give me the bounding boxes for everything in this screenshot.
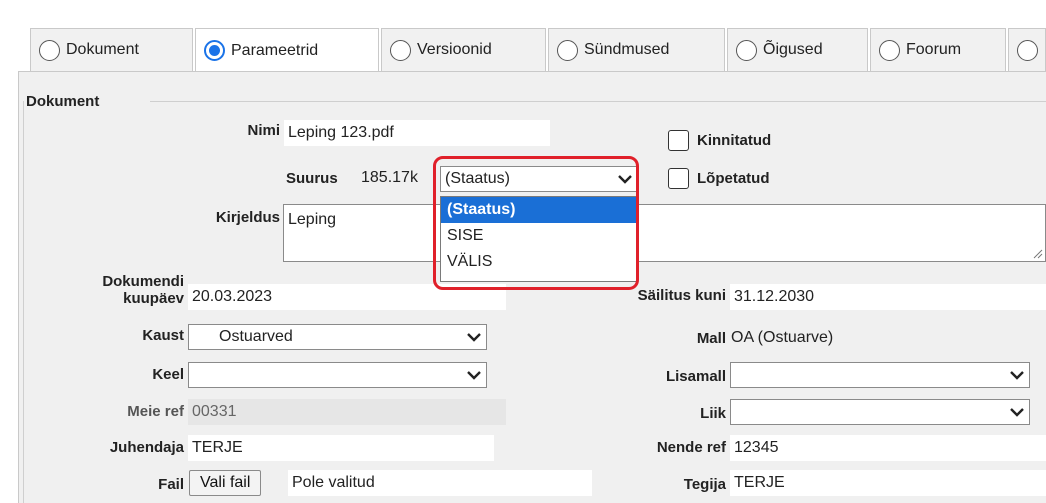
fieldset-border-left <box>23 101 24 503</box>
kuupaev-label-line2: kuupäev <box>123 290 184 307</box>
chevron-down-icon <box>1010 408 1024 417</box>
radio-icon <box>736 39 757 61</box>
lopetatud-label: Lõpetatud <box>697 170 770 187</box>
sailitus-input[interactable]: 31.12.2030 <box>730 284 1046 310</box>
nende-ref-input[interactable]: 12345 <box>730 435 1046 461</box>
meie-ref-input: 00331 <box>188 399 506 425</box>
tab-more[interactable] <box>1008 28 1046 71</box>
liik-select[interactable] <box>730 399 1030 425</box>
radio-icon <box>390 39 411 61</box>
kirjeldus-label: Kirjeldus <box>215 209 280 226</box>
tab-sundmused[interactable]: Sündmused <box>548 28 725 71</box>
kinnitatud-checkbox[interactable] <box>668 130 689 151</box>
tab-dokument[interactable]: Dokument <box>30 28 193 71</box>
radio-icon <box>39 39 60 61</box>
nende-ref-label: Nende ref <box>656 439 726 456</box>
lisamall-select[interactable] <box>730 362 1030 388</box>
fail-label: Fail <box>158 476 184 493</box>
suurus-label: Suurus <box>286 170 338 187</box>
lisamall-label: Lisamall <box>665 368 726 385</box>
tab-oigused[interactable]: Õigused <box>727 28 868 71</box>
keel-select[interactable] <box>188 362 487 388</box>
tegija-input[interactable]: TERJE <box>730 470 1046 496</box>
fail-status: Pole valitud <box>288 470 592 496</box>
tab-label: Parameetrid <box>231 41 319 59</box>
radio-icon <box>879 39 900 61</box>
tab-strip: Dokument Parameetrid Versioonid Sündmuse… <box>30 28 1046 72</box>
kaust-select-value: Ostuarved <box>219 328 293 345</box>
lopetatud-checkbox[interactable] <box>668 168 689 189</box>
suurus-value: 185.17k <box>361 169 418 186</box>
kirjeldus-textarea[interactable]: Leping <box>283 204 1046 262</box>
tab-foorum[interactable]: Foorum <box>870 28 1006 71</box>
meie-ref-label: Meie ref <box>127 403 184 420</box>
liik-label: Liik <box>700 405 726 422</box>
cropped-top-text <box>0 0 700 22</box>
nimi-input[interactable]: Leping 123.pdf <box>284 120 550 146</box>
tab-versioonid[interactable]: Versioonid <box>381 28 546 71</box>
radio-icon <box>557 39 578 61</box>
nimi-label: Nimi <box>247 122 280 139</box>
juhendaja-input[interactable]: TERJE <box>188 435 494 461</box>
chevron-down-icon <box>467 333 481 342</box>
kinnitatud-label: Kinnitatud <box>697 132 772 149</box>
chevron-down-icon <box>1010 371 1024 380</box>
section-legend: Dokument <box>26 93 100 110</box>
kaust-select[interactable]: Ostuarved <box>188 324 487 350</box>
tab-label: Foorum <box>906 41 962 58</box>
highlight-annotation <box>433 156 639 290</box>
tab-label: Dokument <box>66 41 139 58</box>
tab-parameetrid[interactable]: Parameetrid <box>195 28 379 72</box>
radio-icon <box>1017 39 1038 61</box>
resize-handle-icon[interactable] <box>1031 247 1043 259</box>
kuupaev-label-line1: Dokumendi <box>102 273 184 290</box>
mall-label: Mall <box>696 330 726 347</box>
tab-label: Õigused <box>763 41 823 58</box>
juhendaja-label: Juhendaja <box>109 439 184 456</box>
kuupaev-label: Dokumendi kuupäev <box>60 273 184 307</box>
tab-label: Sündmused <box>584 41 670 58</box>
vali-fail-button[interactable]: Vali fail <box>189 470 262 496</box>
chevron-down-icon <box>467 371 481 380</box>
kirjeldus-text: Leping <box>288 211 337 228</box>
tegija-label: Tegija <box>683 476 726 493</box>
radio-selected-icon <box>204 40 225 61</box>
kaust-label: Kaust <box>142 327 184 344</box>
mall-value: OA (Ostuarve) <box>731 329 834 346</box>
tab-label: Versioonid <box>417 41 492 58</box>
keel-label: Keel <box>152 366 184 383</box>
fieldset-border <box>150 101 1046 102</box>
